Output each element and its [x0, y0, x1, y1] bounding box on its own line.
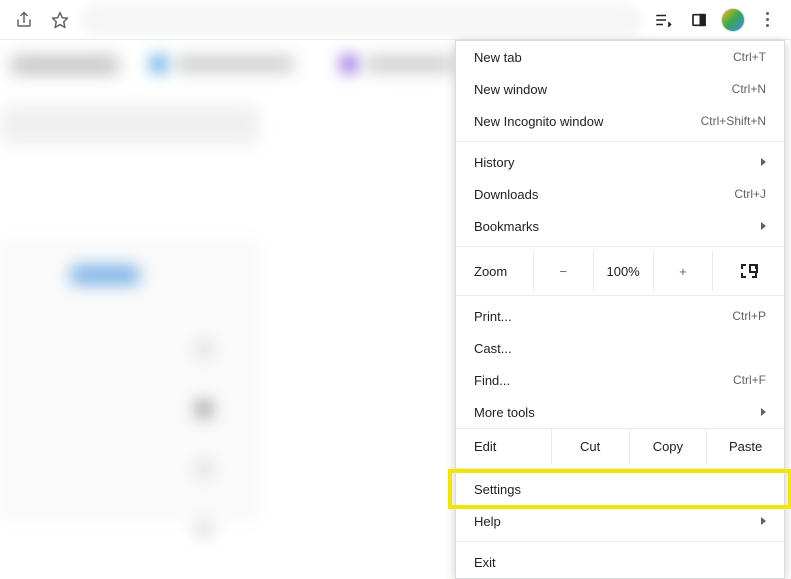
menu-item-new-tab[interactable]: New tab Ctrl+T	[456, 41, 784, 73]
profile-avatar[interactable]	[721, 8, 745, 32]
menu-shortcut: Ctrl+J	[734, 187, 766, 201]
copy-button[interactable]: Copy	[629, 429, 707, 464]
media-icon[interactable]	[649, 6, 677, 34]
zoom-value: 100%	[593, 251, 653, 291]
menu-shortcut: Ctrl+F	[733, 373, 766, 387]
fullscreen-icon	[741, 264, 757, 278]
menu-label: Find...	[474, 373, 733, 388]
menu-label: More tools	[474, 405, 761, 420]
chevron-right-icon	[761, 517, 766, 525]
menu-label: History	[474, 155, 761, 170]
share-icon[interactable]	[10, 6, 38, 34]
menu-item-bookmarks[interactable]: Bookmarks	[456, 210, 784, 242]
menu-separator	[456, 141, 784, 142]
star-icon[interactable]	[46, 6, 74, 34]
menu-item-zoom: Zoom − 100% +	[456, 251, 784, 291]
menu-label: Exit	[474, 555, 766, 570]
menu-separator	[456, 541, 784, 542]
menu-item-edit: Edit Cut Copy Paste	[456, 428, 784, 464]
zoom-in-button[interactable]: +	[653, 251, 713, 291]
menu-label: Edit	[474, 439, 551, 454]
menu-label: Print...	[474, 309, 732, 324]
chevron-right-icon	[761, 222, 766, 230]
menu-label: Bookmarks	[474, 219, 761, 234]
menu-item-help[interactable]: Help	[456, 505, 784, 537]
menu-label: New tab	[474, 50, 733, 65]
menu-separator	[456, 295, 784, 296]
address-bar[interactable]	[82, 5, 641, 35]
side-panel-icon[interactable]	[685, 6, 713, 34]
menu-label: Downloads	[474, 187, 734, 202]
menu-shortcut: Ctrl+P	[732, 309, 766, 323]
menu-item-find[interactable]: Find... Ctrl+F	[456, 364, 784, 396]
cut-button[interactable]: Cut	[551, 429, 629, 464]
menu-label: Help	[474, 514, 761, 529]
customize-menu-button[interactable]	[753, 6, 781, 34]
menu-item-more-tools[interactable]: More tools	[456, 396, 784, 428]
menu-item-new-incognito[interactable]: New Incognito window Ctrl+Shift+N	[456, 105, 784, 137]
menu-item-new-window[interactable]: New window Ctrl+N	[456, 73, 784, 105]
menu-label: New Incognito window	[474, 114, 701, 129]
menu-separator	[456, 246, 784, 247]
fullscreen-button[interactable]	[712, 251, 784, 291]
menu-item-settings[interactable]: Settings	[456, 473, 784, 505]
menu-label: Cast...	[474, 341, 766, 356]
menu-item-cast[interactable]: Cast...	[456, 332, 784, 364]
menu-item-downloads[interactable]: Downloads Ctrl+J	[456, 178, 784, 210]
zoom-out-button[interactable]: −	[533, 251, 593, 291]
menu-label: New window	[474, 82, 732, 97]
menu-item-exit[interactable]: Exit	[456, 546, 784, 578]
menu-item-print[interactable]: Print... Ctrl+P	[456, 300, 784, 332]
chevron-right-icon	[761, 158, 766, 166]
chevron-right-icon	[761, 408, 766, 416]
chrome-main-menu: New tab Ctrl+T New window Ctrl+N New Inc…	[455, 40, 785, 579]
menu-item-history[interactable]: History	[456, 146, 784, 178]
menu-shortcut: Ctrl+T	[733, 50, 766, 64]
menu-separator	[456, 468, 784, 469]
menu-label: Settings	[474, 482, 766, 497]
browser-toolbar	[0, 0, 791, 40]
menu-label: Zoom	[474, 264, 533, 279]
menu-shortcut: Ctrl+Shift+N	[701, 114, 766, 128]
menu-shortcut: Ctrl+N	[732, 82, 766, 96]
paste-button[interactable]: Paste	[706, 429, 784, 464]
